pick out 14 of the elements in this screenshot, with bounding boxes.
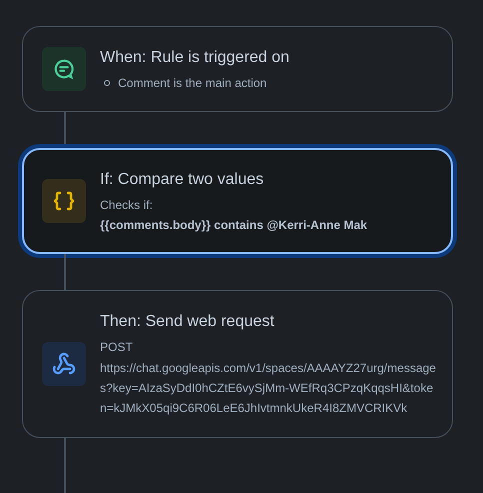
step-title: Then: Send web request xyxy=(100,312,276,332)
condition-label: Checks if: xyxy=(100,197,154,214)
rule-step-card[interactable]: When: Rule is triggered on Comment is the main action xyxy=(22,26,453,112)
webhook-icon xyxy=(42,342,86,386)
step-title: If: Compare two values xyxy=(100,170,265,190)
request-url: https://chat.googleapis.com/v1/spaces/AAAAYZ27urg/messages?key=AIzaSyDdI0hCZtE6vySjMm-WEfRq3CPzqKqqsHI&token=kJMkX05qi9C6R06LeE6JhIvtmnkUkeR4I8ZMVCRIKVk xyxy=(100,360,436,417)
rule-step-card[interactable]: Then: Send web request POST https://chat.googleapis.com/v1/spaces/AAAAYZ27urg/messages?key=AIzaSyDdI0hCZtE6vySjMm-WEfRq3CPzqKqqsHI&token=kJMkX05qi9C6R06LeE6JhIvtmnkUkeR4I8ZMVCRIKVk xyxy=(22,290,453,438)
comment-icon xyxy=(42,47,86,91)
condition-expression: {{comments.body}} contains @Kerri-Anne Mak xyxy=(100,217,368,234)
trigger-description: Comment is the main action xyxy=(118,75,267,92)
step-title: When: Rule is triggered on xyxy=(100,48,290,68)
request-method: POST xyxy=(100,339,134,356)
bullet-icon xyxy=(104,80,110,86)
braces-icon xyxy=(42,179,86,223)
